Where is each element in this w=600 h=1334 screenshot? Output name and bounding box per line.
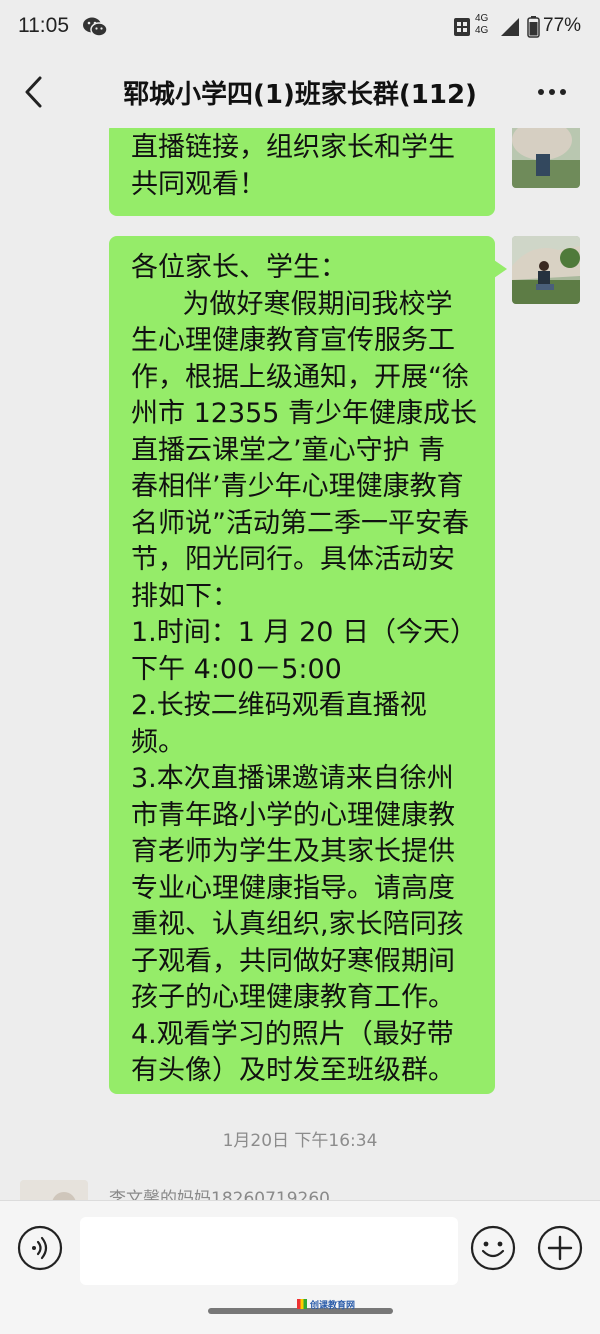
message-line: 频。 <box>131 726 185 758</box>
message-timestamp: 1月20日 下午16:34 <box>222 1131 378 1151</box>
message-line: 直播云课堂之’童心守护 青 <box>131 434 446 466</box>
watermark-logo-icon <box>297 1299 307 1309</box>
message-line: 1.时间：1 月 20 日（今天） <box>131 617 478 648</box>
peer-avatar[interactable] <box>20 1180 88 1200</box>
network-type: 4G 4G <box>475 13 488 37</box>
emoji-icon[interactable] <box>470 1225 516 1271</box>
sender-name: 李文馨的妈妈18260719260 <box>109 1189 330 1200</box>
battery-percent: 77% <box>543 15 582 36</box>
message-line: 重视、认真组织,家长陪同孩 <box>131 909 464 940</box>
message-line: 直播链接，组织家长和学生 <box>131 132 455 163</box>
network-type-bottom: 4G <box>475 25 489 36</box>
sender-avatar[interactable] <box>512 236 580 304</box>
message-line: 下午 4:00－5:00 <box>131 653 342 685</box>
watermark: 创课教育网 <box>297 1298 356 1311</box>
message-line: 子观看，共同做好寒假期间 <box>131 945 455 977</box>
message-line: 孩子的心理健康教育工作。 <box>131 982 455 1013</box>
message-line: 为做好寒假期间我校学 <box>131 288 453 320</box>
message-line: 春相伴’青少年心理健康教育 <box>131 471 464 502</box>
voice-input-icon[interactable] <box>17 1225 63 1271</box>
message-line: 节，阳光同行。具体活动安 <box>131 544 455 575</box>
message-line: 专业心理健康指导。请高度 <box>131 872 455 904</box>
status-time: 11:05 <box>18 14 69 37</box>
message-input[interactable] <box>80 1217 458 1285</box>
chat-area[interactable]: 直播链接，组织家长和学生 共同观看！ 各位家长、学生： 为做好寒假期间我校学 生… <box>0 128 600 1200</box>
message-line: 州市 12355 青少年健康成长 <box>131 398 478 429</box>
chat-header: 郓城小学四(1)班家长群(112) <box>0 58 600 128</box>
message-bubble[interactable]: 直播链接，组织家长和学生 共同观看！ <box>109 128 495 216</box>
wechat-icon <box>83 17 108 37</box>
battery-icon <box>527 16 540 38</box>
status-bar: 11:05 4G 4G 77% <box>0 0 600 58</box>
message-line: 生心理健康教育宣传服务工 <box>131 325 455 356</box>
add-attachment-icon[interactable] <box>537 1225 583 1271</box>
message-line: 排如下： <box>131 580 239 612</box>
network-type-top: 4G <box>475 13 489 24</box>
message-bubble[interactable]: 各位家长、学生： 为做好寒假期间我校学 生心理健康教育宣传服务工 作，根据上级通… <box>109 236 507 1094</box>
message-line: 3.本次直播课邀请来自徐州 <box>131 763 454 794</box>
sender-avatar[interactable] <box>512 128 580 188</box>
more-options-icon[interactable] <box>534 80 570 104</box>
input-bar <box>0 1200 600 1334</box>
message-line: 市青年路小学的心理健康教 <box>131 799 455 831</box>
signal-icon <box>501 18 519 36</box>
message-line: 4.观看学习的照片（最好带 <box>131 1018 454 1050</box>
message-line: 有头像）及时发至班级群。 <box>131 1055 455 1086</box>
message-line: 作，根据上级通知，开展“徐 <box>131 361 469 393</box>
message-line: 共同观看！ <box>131 168 266 200</box>
message-line: 2.长按二维码观看直播视 <box>131 690 427 721</box>
message-line: 育老师为学生及其家长提供 <box>131 836 455 867</box>
sim-card-icon <box>454 18 470 36</box>
message-line: 各位家长、学生： <box>131 252 347 283</box>
chat-title: 郓城小学四(1)班家长群(112) <box>123 80 477 110</box>
message-line: 名师说”活动第二季一平安春 <box>131 507 469 539</box>
watermark-text: 创课教育网 <box>310 1300 356 1311</box>
